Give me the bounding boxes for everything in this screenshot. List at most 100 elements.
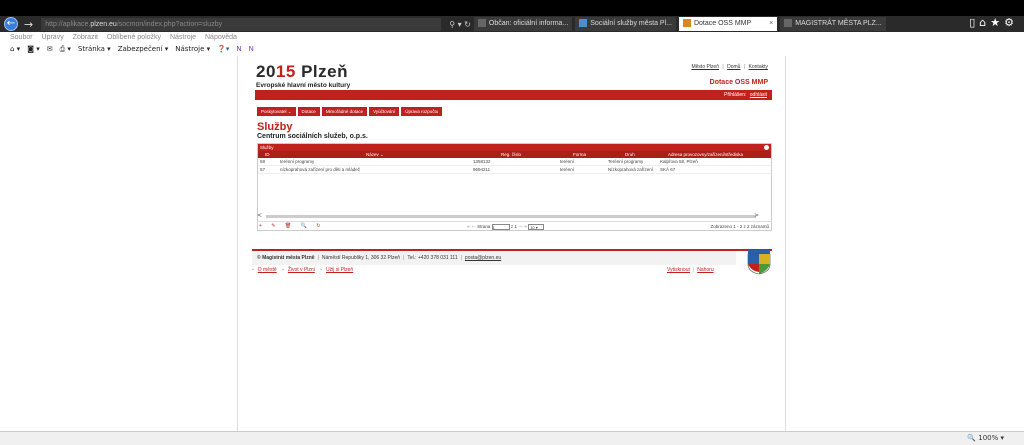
zoom-level[interactable]: 🔍 100% ▾ [967,434,1004,442]
horizontal-scrollbar[interactable]: < > [254,212,769,220]
url-path: /socmon/index.php?action=sluzby [116,20,223,28]
plzen-logo[interactable]: 2015 Plzeň [256,62,348,82]
forward-button-icon[interactable]: → [24,18,33,31]
search-refresh-icons[interactable]: ⚲ ▾ ↻ [449,20,471,29]
close-tab-icon[interactable]: × [769,20,773,27]
onenote-icon[interactable]: N [236,43,241,56]
link-o-meste[interactable]: O městě [258,267,277,273]
url-prefix: http://aplikace. [45,20,91,28]
collapse-icon[interactable] [764,145,769,150]
favorites-star-icon[interactable]: ★ [990,16,1004,29]
link-uzij-si-plzen[interactable]: Užij si Plzeň [326,267,353,273]
page-title: Služby [257,121,293,133]
nav-poskytovatel[interactable]: Poskytovatel ⌄ [257,107,296,116]
separator: | [722,64,724,70]
help-icon[interactable]: ❓▾ [217,43,229,56]
cell-forma: terénní [560,159,575,164]
tab-label: MAGISTRÁT MĚSTA PLZ... [795,20,882,27]
menu-nastroje[interactable]: Nástroje [170,34,196,41]
home-page-icon[interactable]: ⌂ ▾ [10,43,20,56]
column-druh[interactable]: Druh [625,151,635,158]
nav-dotace[interactable]: Dotace [297,107,320,116]
site-favicon-icon [477,19,486,28]
scroll-right-icon[interactable]: > [754,212,759,219]
bullet-icon: ▪ [282,267,284,273]
first-prev-page-icons[interactable]: ⇤ ⇠ [467,224,476,229]
link-zivot-v-plzni[interactable]: Život v Plzni [288,267,315,273]
mail-icon[interactable]: ✉ [47,43,53,56]
link-mesto-plzen[interactable]: Město Plzeň [691,64,719,70]
nav-uprava-rozpoctu[interactable]: Úprava rozpočtu [401,107,443,116]
logout-link[interactable]: odhlásit [750,92,767,98]
separator: | [692,267,695,273]
url-field[interactable]: http://aplikace. plzen.eu/socmon/index.ph… [41,17,442,31]
cell-id: 58 [260,159,266,164]
cell-reg-cislo: 1358132 [473,159,491,164]
column-forma[interactable]: Forma [573,151,586,158]
link-kontakty[interactable]: Kontakty [749,64,768,70]
scroll-left-icon[interactable]: < [257,212,262,219]
scrollbar-thumb[interactable] [266,215,756,218]
tab-label: Dotace OSS MMP [693,20,752,27]
table-row[interactable]: 58 terénní programy 1358132 terénní Teré… [258,158,771,166]
column-reg-cislo[interactable]: Reg. číslo [501,151,521,158]
menu-oblibene[interactable]: Oblíbené položky [107,34,161,41]
feeds-icon[interactable]: ◙ ▾ [27,43,40,56]
cell-adresa: SKÁ 67 [660,167,676,172]
cell-forma: terénní [560,167,575,172]
print-icon[interactable]: ⎙ ▾ [60,43,71,56]
home-icon[interactable]: ⌂ [979,16,990,29]
cell-druh: Nízkoprahová zařízení [608,167,654,172]
new-tab-icon[interactable]: ▯ [969,16,979,29]
link-domu[interactable]: Domů [727,64,740,70]
table-row[interactable]: 57 nízkoprahová zařízení pro děti a mlád… [258,166,771,174]
bullet-icon: ▪ [320,267,322,273]
pager-controls: ⇤ ⇠ Strana 1 z 1 ⇢ ⇥ 10 ▾ [467,222,545,231]
cell-druh: Terénní programy [608,159,644,164]
command-nastroje[interactable]: Nástroje ▾ [175,43,210,56]
browser-command-bar: ⌂ ▾ ◙ ▾ ✉ ⎙ ▾ Stránka ▾ Zabezpečení ▾ Ná… [0,43,1024,56]
command-zabezpeceni[interactable]: Zabezpečení ▾ [118,43,169,56]
grid-caption-bar: Služby [258,144,771,151]
page-size-select[interactable]: 10 ▾ [528,223,545,230]
site-favicon-icon [579,19,588,28]
onenote-linked-icon[interactable]: N [249,43,254,56]
page-label: Strana [477,224,491,229]
nav-vyuctovani[interactable]: Vyúčtování [369,107,400,116]
column-id[interactable]: ID [265,151,270,158]
tab-dotace-oss[interactable]: Dotace OSS MMP × [678,17,778,31]
column-adresa[interactable]: Adresa provozovny/zařízení/střediska [668,151,743,158]
tab-obcan[interactable]: Občan: oficiální informa... [473,17,573,31]
settings-gear-icon[interactable]: ⚙ [1004,16,1018,29]
tab-socialni-sluzby[interactable]: Sociální služby města Pl... [575,17,676,31]
tab-label: Sociální služby města Pl... [590,20,672,27]
footer-links-left: ▪ O městě ▪ Život v Plzni ▪ Užij si Plzeň [252,266,357,274]
menu-napoveda[interactable]: Nápověda [205,34,237,41]
logo-text-name: Plzeň [295,62,348,81]
footer-email-link[interactable]: posta@plzen.eu [465,255,501,261]
menu-soubor[interactable]: Soubor [10,34,33,41]
column-nazev[interactable]: Název ⌄ [366,151,384,158]
command-stranka[interactable]: Stránka ▾ [78,43,111,56]
grid-tool-icons[interactable]: + ✎ 🗑 🔍 ↻ [259,222,324,231]
main-nav: Poskytovatel ⌄ Dotace Mimořádné dotace V… [257,107,444,116]
bullet-icon: ▪ [252,267,254,273]
grid-pager: + ✎ 🗑 🔍 ↻ ⇤ ⇠ Strana 1 z 1 ⇢ ⇥ 10 ▾ Zobr… [257,221,772,230]
page-number-input[interactable]: 1 [491,223,510,230]
menu-upravy[interactable]: Úpravy [42,34,64,41]
tab-label: Občan: oficiální informa... [488,20,569,27]
tab-magistrat[interactable]: MAGISTRÁT MĚSTA PLZ... [780,17,886,31]
left-margin [0,56,238,431]
footer-phone: Tel.: +420 378 031 111 [407,255,458,261]
separator: | [403,255,405,261]
login-bar: Přihlášen: odhlásit [255,90,772,100]
next-last-page-icons[interactable]: ⇢ ⇥ [518,224,527,229]
site-favicon-icon [682,19,691,28]
link-nahoru[interactable]: Nahoru [697,267,713,273]
right-margin [785,56,1024,431]
menu-zobrazit[interactable]: Zobrazit [73,34,98,41]
link-vytisknout[interactable]: Vytisknout [667,267,690,273]
nav-mimoradne-dotace[interactable]: Mimořádné dotace [321,107,368,116]
back-button-icon[interactable]: ← [4,17,18,31]
records-summary: Zobrazeno 1 - 2 z 2 záznamů [710,224,769,229]
